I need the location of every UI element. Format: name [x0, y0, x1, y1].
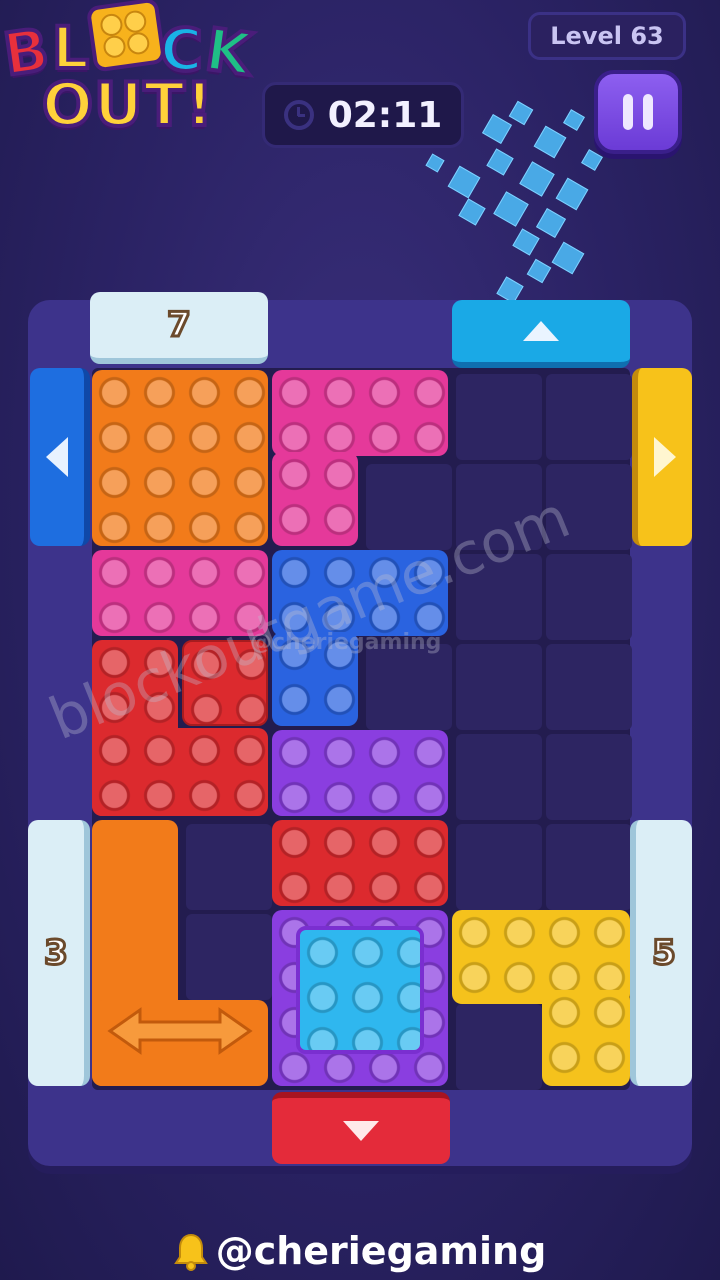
arrow-left-icon [46, 437, 68, 477]
exit-gate-right-yellow [632, 368, 692, 546]
block-cyan-inner[interactable] [296, 926, 424, 1054]
block-purple-bar[interactable] [272, 730, 448, 816]
footer-handle: @cheriegaming [215, 1229, 547, 1273]
block-orange-square[interactable] [92, 370, 268, 546]
clock-icon [283, 100, 314, 130]
gate-count-right: 5 [651, 932, 678, 975]
footer-credit: @cheriegaming [0, 1226, 720, 1276]
exit-gate-left-blue [30, 368, 90, 546]
horizontal-arrows-icon [106, 1006, 254, 1056]
pause-button[interactable] [594, 70, 682, 154]
logo-out: OUT! [40, 68, 215, 142]
game-logo: B L C K OUT! [0, 0, 270, 150]
timer: 02:11 [262, 82, 464, 148]
exit-gate-top-left: 7 [90, 292, 268, 364]
arrow-up-icon [523, 321, 559, 341]
exit-gate-bottom-red [272, 1092, 450, 1164]
level-indicator: Level 63 [528, 12, 686, 60]
exit-gate-top-blue [452, 300, 630, 368]
gate-count-left: 3 [43, 932, 70, 975]
gate-count-top-left: 7 [166, 304, 193, 347]
arrow-down-icon [343, 1121, 379, 1141]
bell-icon [173, 1233, 208, 1271]
pause-icon-bar-right [643, 94, 653, 130]
exit-gate-left-light: 3 [28, 820, 90, 1086]
block-red-bar[interactable] [272, 820, 448, 906]
exit-gate-right-light: 5 [630, 820, 692, 1086]
timer-value: 02:11 [327, 94, 443, 136]
logo-lego-brick-icon [85, 0, 167, 73]
arrow-right-icon [654, 437, 676, 477]
pause-icon-bar-left [623, 94, 633, 130]
